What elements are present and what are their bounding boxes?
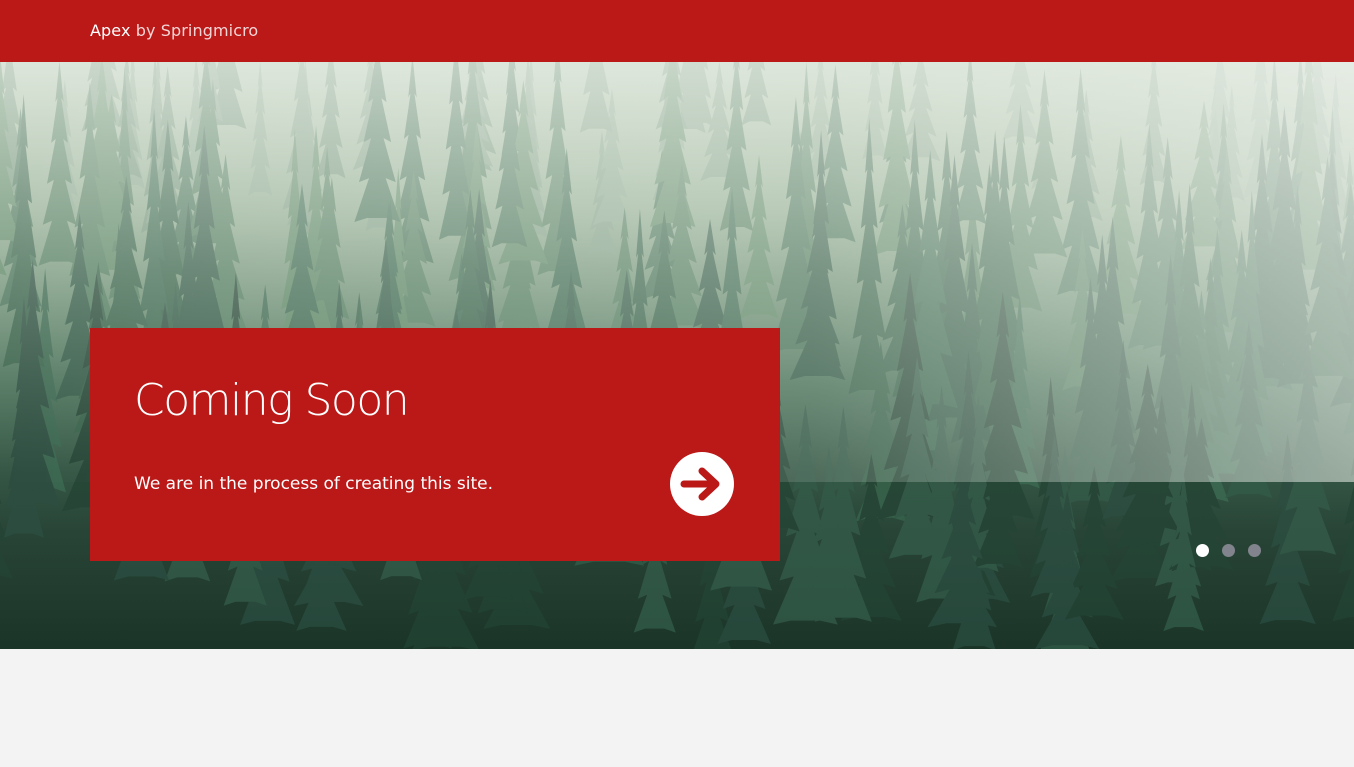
slide-dot-1[interactable] (1196, 544, 1209, 557)
card-title: Coming Soon (134, 375, 410, 426)
card-description: We are in the process of creating this s… (134, 474, 494, 494)
coming-soon-card: Coming Soon We are in the process of cre… (90, 328, 780, 561)
slide-dot-3[interactable] (1248, 544, 1261, 557)
brand-name: Apex (90, 21, 131, 40)
top-header: Apex by Springmicro (0, 0, 1354, 62)
hero-banner: Coming Soon We are in the process of cre… (0, 62, 1354, 649)
brand-byline: by Springmicro (135, 21, 259, 40)
arrow-right-circle-icon[interactable] (670, 452, 734, 516)
page-body-area (0, 649, 1354, 767)
slide-dot-2[interactable] (1222, 544, 1235, 557)
brand-link[interactable]: Apex by Springmicro (90, 20, 258, 42)
